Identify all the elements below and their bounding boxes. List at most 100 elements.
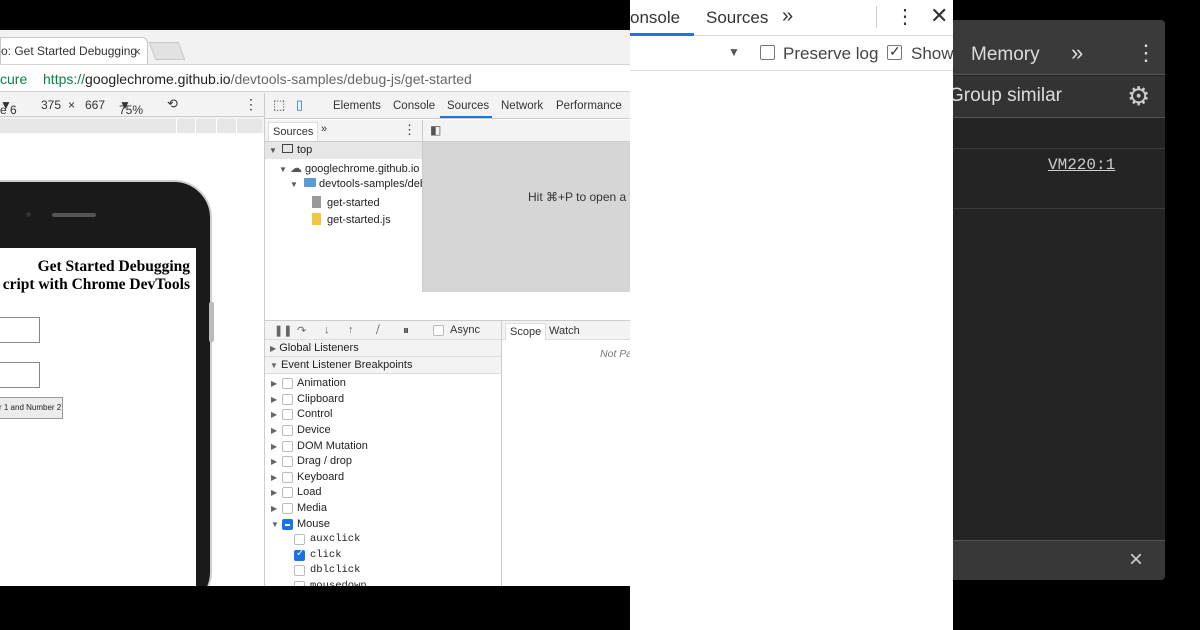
global-listeners-section[interactable]: ▶ Global Listeners <box>265 340 501 357</box>
more-options-icon[interactable]: ⋮ <box>244 96 258 113</box>
bp-checkbox[interactable] <box>282 394 293 405</box>
console-row <box>953 179 1165 209</box>
filter-dropdown-icon[interactable]: ▼ <box>728 45 740 59</box>
tab-performance[interactable]: Performance <box>556 100 622 112</box>
zoom-select[interactable]: 75% ▼ <box>119 98 143 117</box>
devtools-menu-icon[interactable]: ⋮ <box>1135 40 1157 66</box>
tab-sources[interactable]: Sources <box>447 100 489 112</box>
more-tabs-icon[interactable]: » <box>1071 40 1083 66</box>
tab-console-light[interactable]: onsole <box>630 8 680 28</box>
deactivate-breakpoints-icon[interactable]: ⧸ <box>376 324 380 337</box>
media-query-ruler[interactable] <box>0 119 262 133</box>
tab-sources-light[interactable]: Sources <box>706 8 768 28</box>
preserve-log-checkbox[interactable] <box>760 45 775 60</box>
number2-input[interactable] <box>0 362 40 388</box>
tab-watch[interactable]: Watch <box>549 325 580 337</box>
bp-checkbox[interactable] <box>282 503 293 514</box>
tab-memory[interactable]: Memory <box>971 44 1040 66</box>
bp-checkbox[interactable] <box>282 487 293 498</box>
devtools-menu-icon[interactable]: ⋮ <box>895 4 915 29</box>
tree-item-folder[interactable]: ▼ devtools-samples/debu <box>290 178 432 190</box>
bp-label: Clipboard <box>297 393 345 405</box>
bp-checkbox[interactable] <box>282 378 293 389</box>
tree-item-file-html[interactable]: get-started <box>312 196 380 209</box>
device-select[interactable]: e 6 ▼ <box>0 98 17 117</box>
bp-checkbox[interactable] <box>294 534 305 545</box>
viewport-width[interactable]: 375 <box>41 98 61 112</box>
tree-label-top: top <box>296 144 313 156</box>
add-numbers-button[interactable]: r 1 and Number 2 <box>0 397 63 419</box>
close-drawer-icon[interactable]: × <box>1129 546 1143 574</box>
gear-icon[interactable]: ⚙ <box>1127 81 1150 112</box>
bp-checkbox[interactable] <box>282 472 293 483</box>
phone-side-button <box>209 302 214 342</box>
browser-tab-title: o: Get Started Debugging <box>1 44 138 58</box>
step-over-icon[interactable]: ↷ <box>297 324 306 337</box>
preserve-log-label: Preserve log <box>783 44 879 63</box>
code-editor[interactable]: Hit ⌘+P to open a f <box>422 142 630 292</box>
async-checkbox[interactable] <box>433 325 444 336</box>
navigator-tabbar: Sources » ⋮ <box>265 120 422 142</box>
navigator-tab-sources[interactable]: Sources <box>268 122 319 141</box>
tab-console[interactable]: Console <box>393 100 435 112</box>
show-checkbox[interactable] <box>887 43 902 60</box>
bp-checkbox[interactable] <box>282 519 293 530</box>
tab-elements[interactable]: Elements <box>333 100 381 112</box>
editor-tabbar: ◧ <box>422 120 630 142</box>
bp-checkbox[interactable] <box>282 456 293 467</box>
tab-scope[interactable]: Scope <box>505 323 547 340</box>
rotate-icon[interactable]: ⟲ <box>167 96 178 112</box>
cloud-icon: ☁ <box>289 161 302 175</box>
event-listener-breakpoints-label: Event Listener Breakpoints <box>280 359 413 371</box>
tab-network[interactable]: Network <box>501 100 543 112</box>
console-row <box>953 119 1165 149</box>
bp-label: Mouse <box>297 518 331 530</box>
zoom-select-label: 75% <box>119 103 144 117</box>
pause-on-exceptions-icon[interactable]: ⏸ <box>403 323 409 338</box>
step-out-icon[interactable]: ↑ <box>348 324 354 336</box>
bp-checkbox[interactable] <box>294 581 305 586</box>
viewport-height[interactable]: 667 <box>85 98 105 112</box>
bp-label: click <box>310 549 342 561</box>
devtools-panel: ⬚ ▯ Elements Console Sources Network Per… <box>264 93 630 586</box>
number1-input[interactable] <box>0 317 40 343</box>
tree-label-file2: get-started.js <box>327 214 391 226</box>
file-tree: ▼ top ▼ ☁ googlechrome.github.io ▼ devto… <box>265 142 432 320</box>
tab-close-icon[interactable]: × <box>133 44 141 59</box>
scope-pane: Not Pa <box>501 340 630 586</box>
page-title-line1: Get Started Debugging <box>37 258 190 275</box>
screenshot-root: o: Get Started Debugging × cure https://… <box>0 0 1200 630</box>
bp-label: Load <box>297 486 322 498</box>
tree-item-file-js[interactable]: get-started.js <box>312 213 391 226</box>
tree-item-host[interactable]: ▼ ☁ googlechrome.github.io <box>279 161 419 175</box>
tree-item-top[interactable]: ▼ top <box>269 144 312 156</box>
group-similar-label[interactable]: Group similar <box>953 85 1062 107</box>
inspect-element-icon[interactable]: ⬚ <box>273 97 285 113</box>
page-title: Get Started Debugging cript with Chrome … <box>0 258 190 294</box>
bp-checkbox[interactable] <box>282 409 293 420</box>
device-toggle-icon[interactable]: ▯ <box>296 97 303 113</box>
browser-tab[interactable]: o: Get Started Debugging × <box>0 37 148 65</box>
new-tab-button[interactable] <box>148 42 186 60</box>
more-tabs-icon[interactable]: » <box>782 5 793 28</box>
collapse-arrow-icon: ▶ <box>270 344 277 353</box>
step-into-icon[interactable]: ↓ <box>324 324 330 336</box>
bp-label: Animation <box>297 377 346 389</box>
console-light-panel: onsole Sources » ⋮ ✕ ▼ Preserve log Show <box>630 0 953 630</box>
bp-checkbox[interactable] <box>294 565 305 576</box>
address-bar[interactable]: cure https://googlechrome.github.io/devt… <box>0 64 630 92</box>
pause-icon[interactable]: ❚❚ <box>274 324 292 337</box>
show-label: Show <box>911 44 953 63</box>
toggle-navigator-icon[interactable]: ◧ <box>430 123 441 137</box>
bp-checkbox[interactable] <box>294 548 305 561</box>
navigator-menu-icon[interactable]: ⋮ <box>403 122 416 138</box>
bp-checkbox[interactable] <box>282 441 293 452</box>
console-dark-toolbar: Group similar ⚙ <box>953 76 1165 118</box>
source-link[interactable]: VM220:1 <box>1048 156 1115 174</box>
close-devtools-icon[interactable]: ✕ <box>930 3 948 29</box>
console-dark-tabbar: Memory » ⋮ <box>953 20 1165 75</box>
async-label: Async <box>450 324 480 336</box>
bp-checkbox[interactable] <box>282 425 293 436</box>
navigator-more-icon[interactable]: » <box>321 123 327 135</box>
event-listener-breakpoints-section[interactable]: ▼ Event Listener Breakpoints <box>265 357 501 374</box>
